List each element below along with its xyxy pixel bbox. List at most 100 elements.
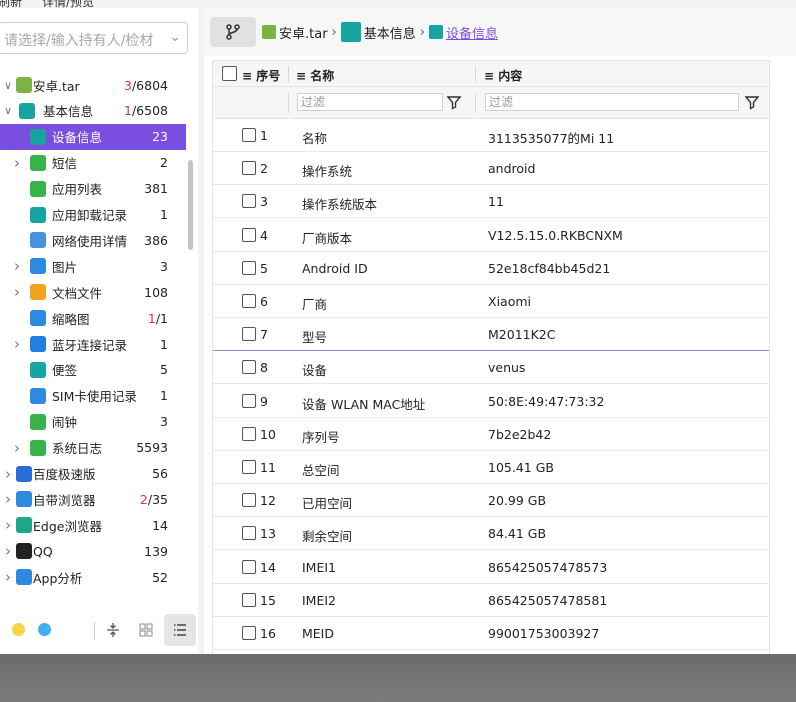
column-seq[interactable]: ≡ 序号 xyxy=(242,67,280,84)
column-resizer[interactable] xyxy=(475,66,476,82)
tree-node[interactable]: › Edge浏览器 14 xyxy=(0,512,186,538)
column-seq-label: 序号 xyxy=(256,69,281,83)
table-row[interactable]: 11 总空间 105.41 GB xyxy=(213,451,769,484)
table-row[interactable]: 10 序列号 7b2e2b42 xyxy=(213,418,769,451)
table-row[interactable]: 2 操作系统 android xyxy=(213,152,769,186)
select-all-checkbox[interactable] xyxy=(222,66,237,81)
filter-icon[interactable] xyxy=(446,94,462,110)
tree-node[interactable]: 应用列表 381 xyxy=(0,176,186,202)
row-name: 厂商版本 xyxy=(302,230,353,246)
table-row[interactable]: 6 厂商 Xiaomi xyxy=(213,285,769,318)
chevron-right-icon[interactable]: › xyxy=(12,439,22,457)
row-checkbox[interactable] xyxy=(242,626,256,640)
row-checkbox[interactable] xyxy=(242,460,256,474)
row-checkbox[interactable] xyxy=(242,559,256,574)
filter-icon[interactable] xyxy=(744,94,760,110)
tree-node[interactable]: › 自带浏览器 2/35 xyxy=(0,486,186,512)
tree-node[interactable]: › 百度极速版 56 xyxy=(0,461,186,487)
tree-node[interactable]: › 短信 2 xyxy=(0,150,186,176)
table-row[interactable]: 3 操作系统版本 11 xyxy=(213,185,769,219)
table-row[interactable]: 12 已用空间 20.99 GB xyxy=(213,484,769,518)
tree-scrollbar[interactable] xyxy=(188,160,193,250)
yellow-status-dot[interactable] xyxy=(12,623,25,636)
table-row[interactable]: 7 型号 M2011K2C xyxy=(213,318,769,352)
grid-view-button[interactable] xyxy=(130,614,162,646)
table-row[interactable]: 14 IMEI1 865425057478573 xyxy=(213,551,769,584)
tree-node[interactable]: ∨ 基本信息 1/6508 xyxy=(0,98,186,124)
row-checkbox[interactable] xyxy=(242,426,256,441)
chevron-right-icon[interactable]: › xyxy=(3,542,13,560)
tree-node[interactable]: › App分析 52 xyxy=(0,564,186,590)
device-info-table: ≡ 序号 ≡ 名称 ≡ 内容 过滤 过滤 1 名称 3113535077的Mi 11… xyxy=(212,60,770,654)
row-checkbox[interactable] xyxy=(242,128,256,142)
top-menu: 刷新 详情/预览 xyxy=(0,0,796,9)
holder-search-select[interactable]: 请选择/输入持有人/检材 ⌄ xyxy=(0,22,188,54)
tree-node[interactable]: 设备信息 23 xyxy=(0,123,186,150)
chevron-right-icon[interactable]: › xyxy=(12,335,22,353)
column-resizer[interactable] xyxy=(288,66,289,82)
breadcrumb-item[interactable]: 设备信息 xyxy=(446,23,498,42)
column-resizer[interactable] xyxy=(769,66,770,82)
row-checkbox[interactable] xyxy=(242,327,256,342)
blue-status-dot[interactable] xyxy=(38,623,51,636)
row-checkbox[interactable] xyxy=(242,294,256,308)
branch-button[interactable] xyxy=(210,17,256,47)
column-menu-icon[interactable]: ≡ xyxy=(296,69,306,83)
tree-node[interactable]: › 系统日志 5593 xyxy=(0,435,186,461)
row-checkbox[interactable] xyxy=(242,526,256,541)
total-count: 14 xyxy=(152,517,168,533)
table-row[interactable]: 16 MEID 99001753003927 xyxy=(213,617,769,650)
total-count: /1 xyxy=(155,310,168,326)
table-row[interactable]: 4 厂商版本 V12.5.15.0.RKBCNXM xyxy=(213,219,769,252)
list-view-button[interactable] xyxy=(164,614,196,646)
chevron-right-icon[interactable]: › xyxy=(3,490,13,508)
tree-node[interactable]: 闹钟 3 xyxy=(0,409,186,435)
table-row[interactable]: 13 剩余空间 84.41 GB xyxy=(213,517,769,551)
table-row[interactable]: 15 IMEI2 865425057478581 xyxy=(213,584,769,617)
tree-node[interactable]: ∨ 安卓.tar 3/6804 xyxy=(0,72,186,98)
chevron-right-icon[interactable]: › xyxy=(3,516,13,534)
column-menu-icon[interactable]: ≡ xyxy=(484,69,494,83)
table-row[interactable]: 8 设备 venus xyxy=(213,351,769,385)
chevron-down-icon[interactable]: ∨ xyxy=(3,104,13,117)
tree-node[interactable]: › 蓝牙连接记录 1 xyxy=(0,331,186,357)
tree-node[interactable]: 便签 5 xyxy=(0,357,186,383)
column-name[interactable]: ≡ 名称 xyxy=(296,67,334,84)
chevron-right-icon[interactable]: › xyxy=(12,154,22,172)
name-filter-input[interactable]: 过滤 xyxy=(297,93,443,111)
table-row[interactable]: 9 设备 WLAN MAC地址 50:8E:49:47:73:32 xyxy=(213,385,769,418)
row-checkbox[interactable] xyxy=(242,592,256,607)
chevron-right-icon[interactable]: › xyxy=(3,568,13,586)
tree-node-count: 108 xyxy=(144,285,168,300)
table-row[interactable]: 5 Android ID 52e18cf84bb45d21 xyxy=(213,252,769,285)
column-menu-icon[interactable]: ≡ xyxy=(242,69,252,83)
chevron-right-icon[interactable]: › xyxy=(3,465,13,483)
row-checkbox[interactable] xyxy=(242,493,256,508)
row-checkbox[interactable] xyxy=(242,393,256,408)
chevron-down-icon[interactable]: ⌄ xyxy=(169,29,181,45)
row-number: 4 xyxy=(260,227,268,243)
image-icon xyxy=(30,258,46,275)
tree-node[interactable]: SIM卡使用记录 1 xyxy=(0,383,186,409)
tree-node[interactable]: 应用卸载记录 1 xyxy=(0,202,186,228)
tree-node[interactable]: › 图片 3 xyxy=(0,253,186,279)
row-checkbox[interactable] xyxy=(242,260,256,275)
chevron-right-icon[interactable]: › xyxy=(12,283,22,301)
tree-node[interactable]: 网络使用详情 386 xyxy=(0,227,186,253)
content-filter-input[interactable]: 过滤 xyxy=(485,93,739,111)
row-name: IMEI1 xyxy=(302,559,337,575)
row-checkbox[interactable] xyxy=(242,194,256,209)
tree-node[interactable]: › QQ 139 xyxy=(0,538,186,564)
row-checkbox[interactable] xyxy=(242,360,256,375)
chevron-right-icon[interactable]: › xyxy=(12,257,22,275)
table-row[interactable]: 1 名称 3113535077的Mi 11 xyxy=(213,119,769,152)
tree-node[interactable]: › 文档文件 108 xyxy=(0,279,186,305)
row-checkbox[interactable] xyxy=(242,227,256,242)
chevron-down-icon[interactable]: ∨ xyxy=(3,79,13,92)
tree-node[interactable]: 缩略图 1/1 xyxy=(0,305,186,331)
column-content[interactable]: ≡ 内容 xyxy=(484,67,522,84)
breadcrumb-item[interactable]: 安卓.tar xyxy=(279,23,328,42)
breadcrumb-item[interactable]: 基本信息 xyxy=(364,23,416,42)
row-checkbox[interactable] xyxy=(242,161,256,176)
collapse-all-button[interactable] xyxy=(97,614,129,646)
